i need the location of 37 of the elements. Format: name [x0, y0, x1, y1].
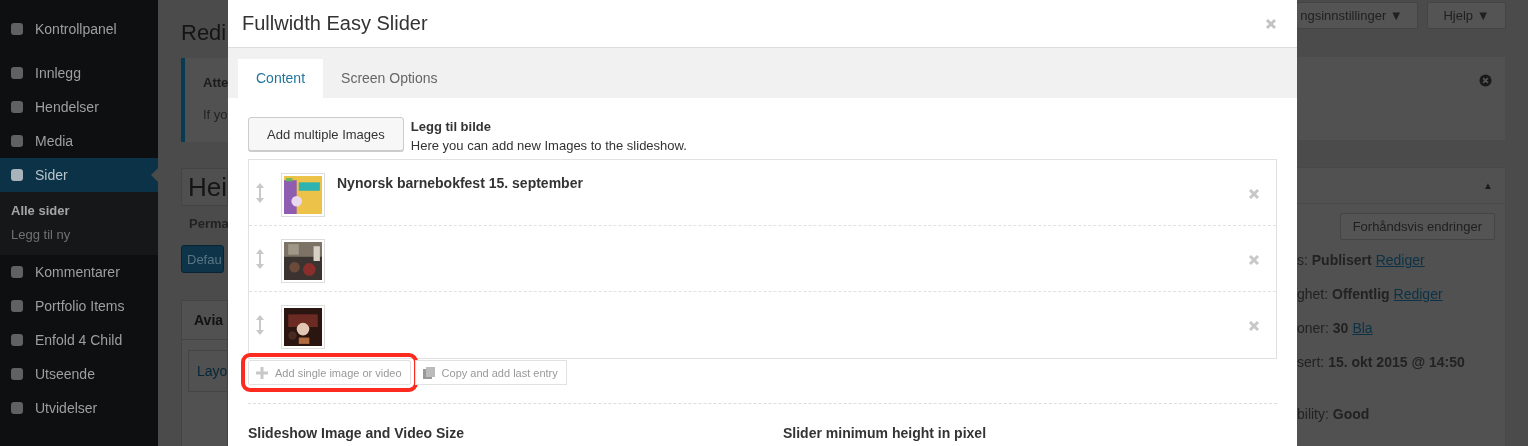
sidebar-item[interactable]: Media	[0, 124, 158, 158]
add-multiple-button[interactable]: Add multiple Images	[248, 117, 404, 151]
default-button[interactable]: Defau	[181, 245, 224, 273]
sidebar-item[interactable]: Kontrollpanel	[0, 12, 158, 46]
tab[interactable]: Screen Options	[323, 59, 456, 98]
sidebar-item[interactable]: Enfold 4 Child	[0, 323, 158, 357]
drag-handle-icon[interactable]	[255, 314, 265, 336]
thumbnail[interactable]	[281, 239, 325, 283]
setting-heading: Slider minimum height in pixel	[783, 425, 988, 441]
drag-handle-icon[interactable]	[255, 182, 265, 204]
section-heading: Legg til bilde	[410, 118, 492, 136]
slide-title: Nynorsk barnebokfest 15. september	[337, 175, 583, 191]
remove-icon[interactable]	[1248, 320, 1260, 332]
remove-icon[interactable]	[1248, 188, 1260, 200]
submenu-item[interactable]: Alle sider	[0, 199, 158, 223]
sidebar-item[interactable]: Sider	[0, 158, 158, 192]
copy-icon	[421, 365, 436, 380]
plus-icon	[255, 365, 269, 380]
dismiss-icon[interactable]	[1479, 74, 1492, 87]
sidebar-item[interactable]: Hendelser	[0, 90, 158, 124]
panel-title: Avia	[182, 301, 227, 340]
section-description: Here you can add new Images to the slideshow.	[410, 137, 687, 155]
close-icon[interactable]	[1265, 17, 1277, 30]
tab[interactable]: Content	[238, 59, 324, 98]
submenu-item[interactable]: Legg til ny	[0, 223, 158, 247]
dialog-title: Fullwidth Easy Slider	[242, 12, 428, 35]
sidebar-item[interactable]: Utseende	[0, 357, 158, 391]
copy-entry-button[interactable]: Copy and add last entry	[414, 360, 567, 385]
thumbnail[interactable]	[281, 173, 325, 217]
sidebar-item[interactable]: Innlegg	[0, 56, 158, 90]
sidebar-item[interactable]: Kommentarer	[0, 255, 158, 289]
sidebar-item[interactable]: Utvidelser	[0, 391, 158, 425]
remove-icon[interactable]	[1248, 254, 1260, 266]
thumbnail[interactable]	[281, 305, 325, 349]
setting-heading: Slideshow Image and Video Size	[248, 425, 466, 441]
drag-handle-icon[interactable]	[255, 248, 265, 270]
sidebar-item[interactable]: Portfolio Items	[0, 289, 158, 323]
